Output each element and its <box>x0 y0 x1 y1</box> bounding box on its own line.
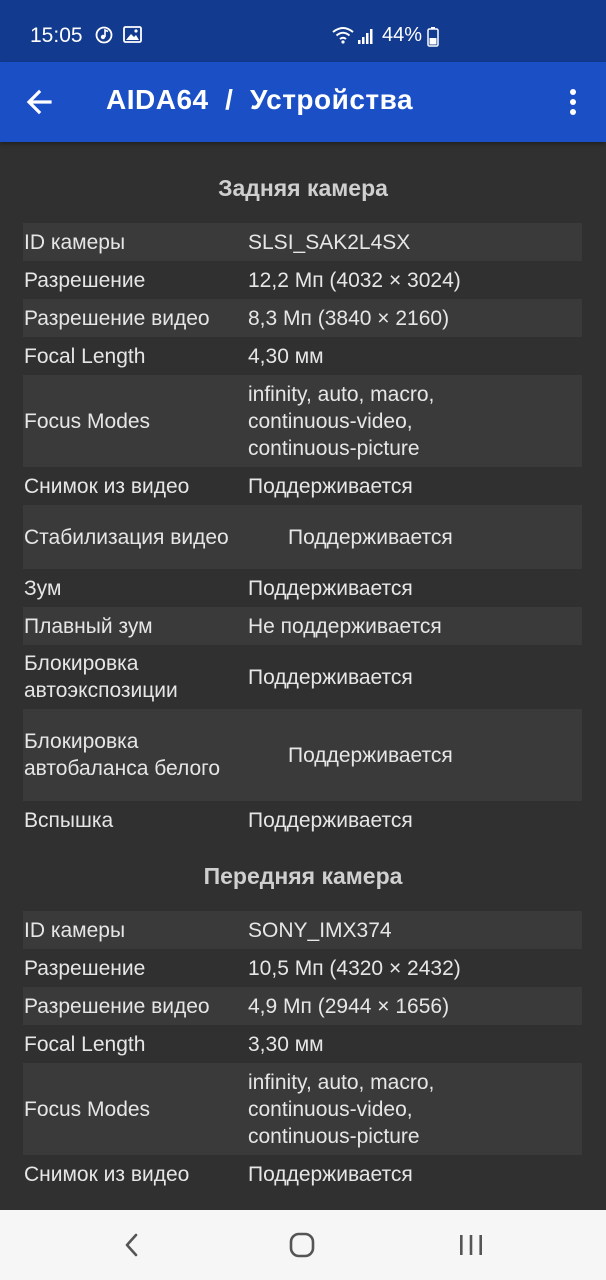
row-label: Стабилизация видео <box>24 525 229 549</box>
row-value: Поддерживается <box>248 474 413 498</box>
row-label: Вспышка <box>24 808 114 832</box>
row-value: Поддерживается <box>248 808 413 832</box>
row-value: SONY_IMX374 <box>248 918 392 942</box>
image-notification-icon <box>123 26 142 43</box>
row-label: Focus Modes <box>24 409 151 433</box>
row-value: infinity, auto, macro, continuous-video,… <box>248 382 435 460</box>
row-value: infinity, auto, macro, continuous-video,… <box>248 1070 435 1148</box>
row-value: 3,30 мм <box>248 1032 324 1056</box>
row-label: Focal Length <box>24 344 146 368</box>
table-row: Стабилизация видео Поддерживается <box>23 505 582 569</box>
more-vert-icon <box>570 89 576 115</box>
row-value: SLSI_SAK2L4SX <box>248 230 411 254</box>
row-value: Поддерживается <box>288 525 453 549</box>
row-label: ID камеры <box>24 230 126 254</box>
table-row: ID камеры SLSI_SAK2L4SX <box>23 223 582 261</box>
table-row: Блокировка автоэкспозиции Поддерживается <box>23 645 582 709</box>
row-label: Блокировка автобаланса белого <box>24 730 221 780</box>
row-label: ID камеры <box>24 918 126 942</box>
table-row: Focus Modes infinity, auto, macro, conti… <box>23 375 582 467</box>
row-value: 12,2 Мп (4032 × 3024) <box>248 268 461 292</box>
table-row: ID камеры SONY_IMX374 <box>23 911 582 949</box>
table-row: Блокировка автобаланса белого Поддержива… <box>23 709 582 801</box>
row-value: Поддерживается <box>248 665 413 689</box>
table-row: Разрешение 10,5 Мп (4320 × 2432) <box>23 949 582 987</box>
overflow-menu-button[interactable] <box>560 82 586 122</box>
front-camera-section-title: Передняя камера <box>203 863 403 889</box>
system-nav-bar <box>0 1210 606 1280</box>
row-label: Снимок из видео <box>24 1162 190 1186</box>
row-value: 8,3 Мп (3840 × 2160) <box>248 306 450 330</box>
app-bar: AIDA64 / Устройства <box>0 62 606 142</box>
battery-icon <box>427 27 439 47</box>
nav-back-icon <box>125 1233 138 1257</box>
arrow-left-icon <box>26 89 52 115</box>
table-row: Зум Поддерживается <box>23 569 582 607</box>
row-value: 4,30 мм <box>248 344 324 368</box>
row-label: Разрешение <box>24 268 146 292</box>
row-label: Focal Length <box>24 1032 146 1056</box>
row-label: Зум <box>24 576 62 600</box>
nav-recents-icon <box>460 1235 482 1255</box>
row-label: Focus Modes <box>24 1097 151 1121</box>
wifi-icon <box>332 27 354 44</box>
row-value: 4,9 Мп (2944 × 1656) <box>248 994 450 1018</box>
row-value: Не поддерживается <box>248 614 442 638</box>
battery-percent: 44% <box>382 24 423 46</box>
table-row: Плавный зум Не поддерживается <box>23 607 582 645</box>
row-label: Разрешение видео <box>24 994 210 1018</box>
table-row: Разрешение 12,2 Мп (4032 × 3024) <box>23 261 582 299</box>
row-label: Блокировка автоэкспозиции <box>24 652 178 702</box>
table-row: Разрешение видео 4,9 Мп (2944 × 1656) <box>23 987 582 1025</box>
signal-icon <box>358 29 373 44</box>
status-bar: 15:05 44% <box>0 0 606 62</box>
table-row: Вспышка Поддерживается <box>23 801 582 839</box>
table-row: Снимок из видео Поддерживается <box>23 1155 582 1193</box>
camera-info-list[interactable]: Задняя камера ID камеры SLSI_SAK2L4SX Ра… <box>0 142 606 1210</box>
status-time: 15:05 <box>30 24 83 47</box>
music-notification-icon <box>95 26 113 44</box>
row-value: Поддерживается <box>248 1162 413 1186</box>
nav-home-icon <box>289 1232 315 1258</box>
nav-home-button[interactable] <box>282 1228 322 1262</box>
row-value: Поддерживается <box>288 743 453 767</box>
table-row: Focal Length 3,30 мм <box>23 1025 582 1063</box>
app-title: AIDA64 / Устройства <box>106 84 414 115</box>
row-label: Разрешение <box>24 956 146 980</box>
row-value: 10,5 Мп (4320 × 2432) <box>248 956 461 980</box>
table-row: Focal Length 4,30 мм <box>23 337 582 375</box>
rear-camera-section-title: Задняя камера <box>218 175 388 201</box>
table-row: Focus Modes infinity, auto, macro, conti… <box>23 1063 582 1155</box>
table-row: Снимок из видео Поддерживается <box>23 467 582 505</box>
nav-recents-button[interactable] <box>451 1228 491 1262</box>
row-label: Разрешение видео <box>24 306 210 330</box>
row-label: Снимок из видео <box>24 474 190 498</box>
nav-back-button[interactable] <box>112 1228 152 1262</box>
row-label: Плавный зум <box>24 614 153 638</box>
table-row: Разрешение видео 8,3 Мп (3840 × 2160) <box>23 299 582 337</box>
back-button[interactable] <box>20 82 60 122</box>
row-value: Поддерживается <box>248 576 413 600</box>
